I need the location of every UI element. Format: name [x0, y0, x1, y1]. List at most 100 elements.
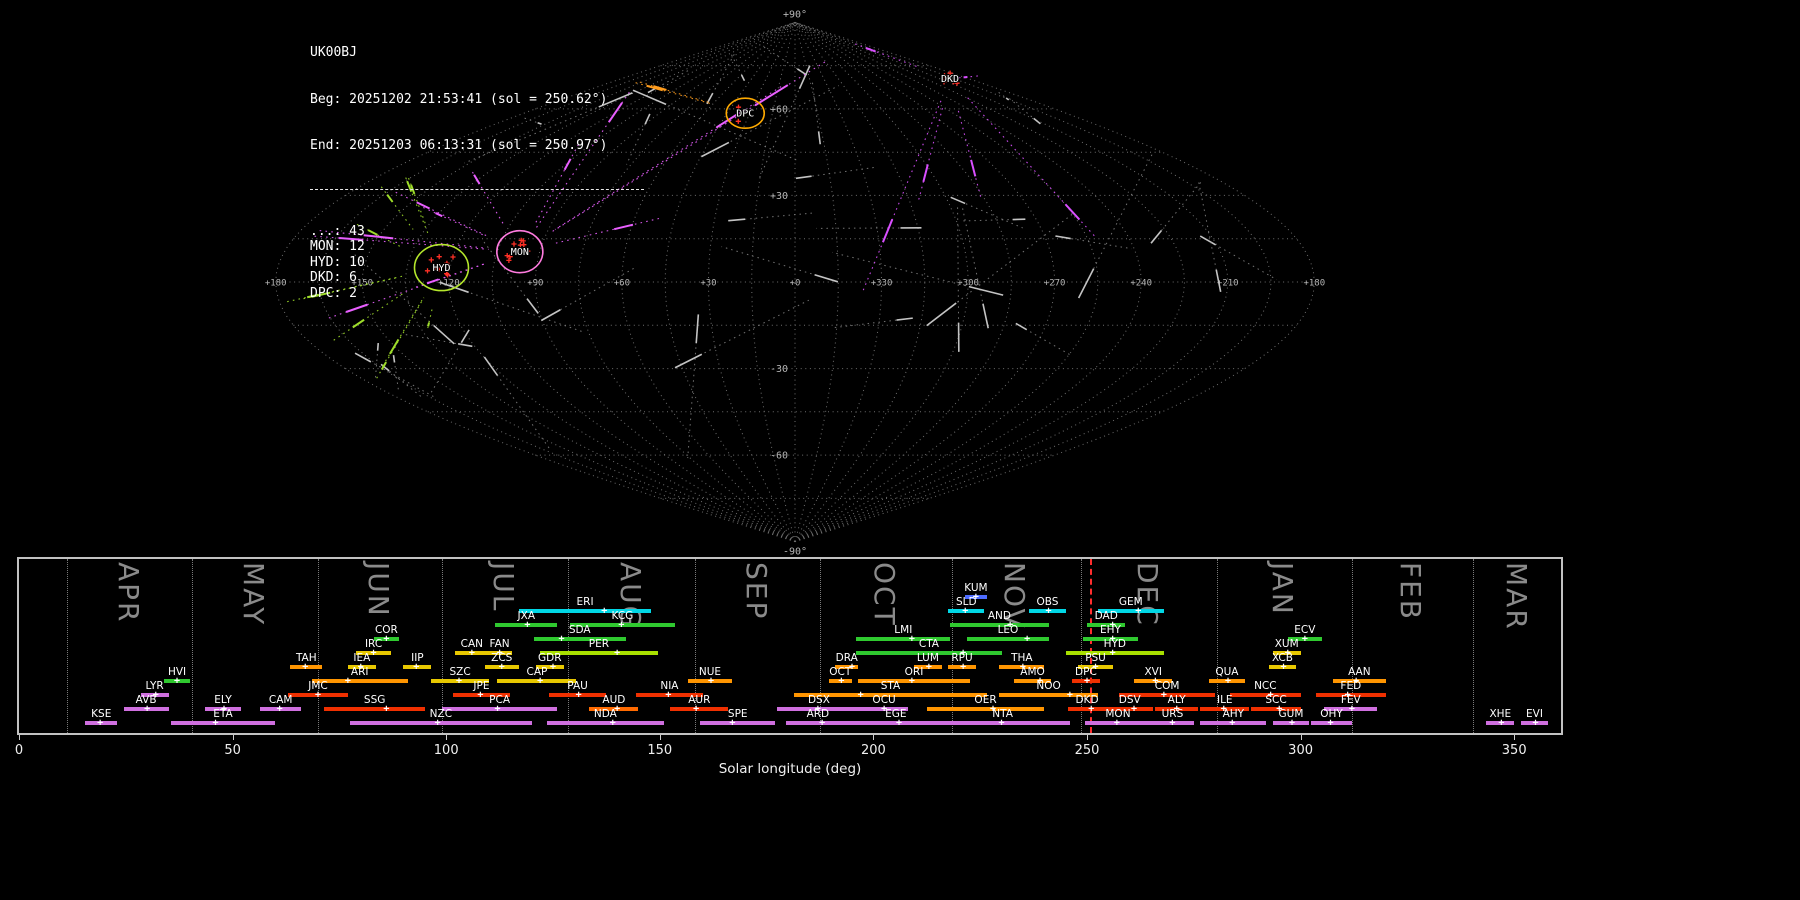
shower-bar: [670, 707, 729, 711]
peak-marker: +: [413, 661, 420, 673]
shower-code-label: AUR: [688, 694, 711, 706]
x-tick-label: 250: [1074, 743, 1100, 758]
radiant-label: DPC: [736, 109, 754, 120]
month-label: MAY: [237, 562, 271, 627]
shower-code-label: DSV: [1118, 694, 1141, 706]
peak-marker: +: [1498, 717, 1505, 729]
peak-marker: +: [1224, 675, 1231, 687]
peak-marker: +: [144, 703, 151, 715]
peak-marker: +: [960, 661, 967, 673]
month-gridline: [1472, 559, 1474, 733]
map-lat-label: +90°: [783, 9, 807, 20]
sporadic-path: [376, 343, 380, 351]
x-tick-label: 50: [224, 743, 241, 758]
peak-marker: +: [1327, 717, 1334, 729]
month-label: SEP: [739, 562, 773, 621]
shower-bar: [785, 721, 850, 725]
x-tick-label: 200: [860, 743, 886, 758]
sporadic-path: [982, 303, 989, 329]
peak-marker: +: [1169, 717, 1176, 729]
sporadic-path: [695, 314, 700, 344]
sporadic-path: [1150, 229, 1163, 244]
month-label: MAR: [1500, 562, 1534, 631]
x-tick-label: 100: [433, 743, 459, 758]
peak-marker: +: [315, 689, 322, 701]
shower-code-label: STA: [880, 680, 901, 692]
sporadic-path: [950, 196, 966, 205]
sporadic-path: [728, 218, 746, 222]
peak-marker: +: [908, 675, 915, 687]
shower-code-label: AAN: [1348, 666, 1371, 678]
shower-code-label: DKD: [1075, 694, 1099, 706]
sporadic-path: [354, 352, 372, 363]
peak-marker: +: [708, 675, 715, 687]
peak-marker: +: [618, 619, 625, 631]
station-id: UK00BJ: [310, 45, 357, 60]
month-label: OCT: [867, 562, 901, 627]
count-line: DKD: 6: [310, 270, 357, 285]
peak-marker: +: [729, 717, 736, 729]
shower-code-label: ARD: [806, 708, 830, 720]
meteor-path: [922, 164, 929, 182]
peak-marker: +: [370, 647, 377, 659]
meteor-path: [389, 338, 400, 355]
meteor-path: [754, 84, 789, 107]
peak-marker: +: [1532, 717, 1539, 729]
peak-marker: +: [383, 703, 390, 715]
map-lon-label: +180: [1303, 279, 1325, 289]
peak-marker: +: [1113, 717, 1120, 729]
x-tick-label: 350: [1501, 743, 1527, 758]
sporadic-path: [740, 74, 746, 82]
peak-marker: +: [434, 717, 441, 729]
month-label: DEC: [1130, 562, 1164, 627]
peak-marker: +: [665, 689, 672, 701]
peak-marker: +: [1160, 689, 1167, 701]
peak-marker: +: [477, 689, 484, 701]
meteor-backtrack: [862, 97, 943, 291]
shower-code-label: PER: [588, 638, 610, 650]
shower-code-label: NZC: [429, 708, 453, 720]
sporadic-path: [798, 65, 811, 89]
map-lon-label: +240: [1130, 279, 1152, 289]
sporadic-path: [1033, 117, 1041, 125]
sporadic-path: [1055, 235, 1071, 240]
x-tick-mark: [873, 735, 875, 740]
peak-marker: +: [1229, 717, 1236, 729]
peak-marker: +: [819, 717, 826, 729]
peak-marker: +: [558, 633, 565, 645]
meteor-path: [970, 159, 977, 177]
x-tick-mark: [19, 735, 20, 740]
radiant-label: DKD: [941, 74, 959, 85]
peak-marker: +: [344, 675, 351, 687]
meteor-backtrack: [957, 107, 982, 197]
count-line: DPC: 2: [310, 285, 357, 301]
sporadic-path: [701, 141, 730, 158]
peak-marker: +: [838, 675, 845, 687]
peak-marker: +: [1109, 647, 1116, 659]
month-label: FEB: [1394, 562, 1428, 622]
map-lon-label: +300: [957, 279, 979, 289]
peak-marker: +: [609, 717, 616, 729]
peak-marker: +: [494, 703, 501, 715]
shower-code-label: ARI: [350, 666, 369, 678]
shower-bar: [967, 637, 1049, 641]
map-lon-label: +30: [700, 279, 716, 289]
x-tick-mark: [659, 735, 661, 740]
peak-marker: +: [302, 661, 309, 673]
peak-marker: +: [468, 647, 475, 659]
map-lat-label: -90°: [783, 547, 807, 558]
map-meridian: [794, 21, 1272, 543]
month-label: JAN: [1266, 562, 1300, 616]
activity-timeline: APR MAY JUN JUL AUG SEP OCT NOV DEC JAN FEB MAR KUM +…: [15, 557, 1563, 797]
x-tick-label: 300: [1288, 743, 1314, 758]
month-label: JUN: [361, 562, 395, 618]
map-lat-label: +30: [770, 191, 788, 202]
month-gridline: [67, 559, 69, 733]
sporadic-path: [795, 175, 812, 180]
map-lon-label: +0: [790, 279, 801, 289]
x-axis-title: Solar longitude (deg): [718, 761, 862, 777]
month-gridline: [318, 559, 320, 733]
shower-code-label: SDA: [568, 624, 591, 636]
sporadic-path: [926, 302, 957, 327]
peak-marker: +: [1130, 703, 1137, 715]
